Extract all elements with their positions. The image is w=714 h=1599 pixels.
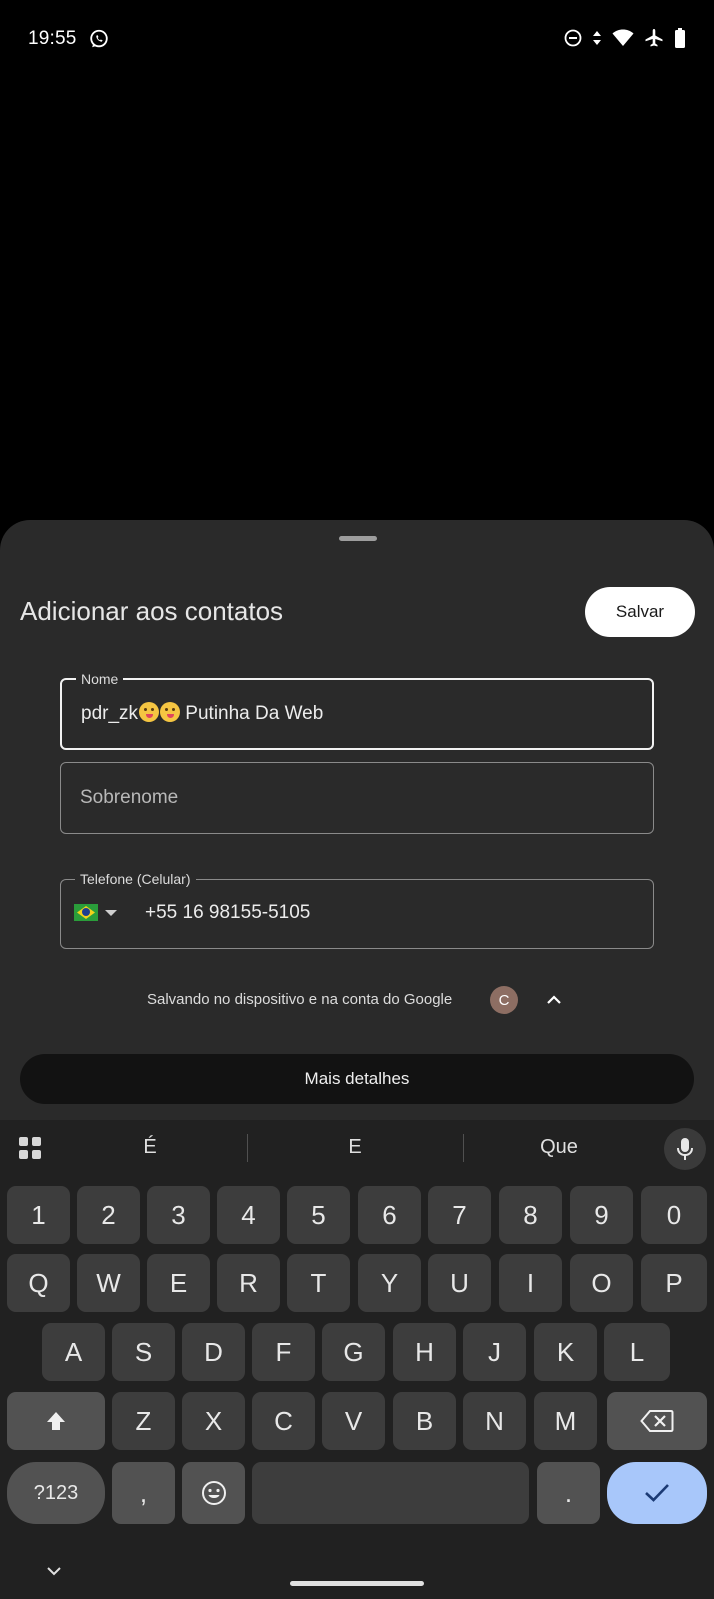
period-key[interactable]: . (537, 1462, 600, 1524)
key-2[interactable]: 2 (77, 1186, 140, 1244)
name-field-label: Nome (76, 670, 124, 688)
key-t[interactable]: T (287, 1254, 350, 1312)
chevron-up-icon[interactable] (546, 992, 562, 1008)
space-key[interactable] (252, 1462, 529, 1524)
key-f[interactable]: F (252, 1323, 315, 1381)
avatar[interactable]: C (490, 986, 518, 1014)
suggestion-bar: É E Que (0, 1120, 714, 1176)
mic-button[interactable] (664, 1128, 706, 1170)
key-m[interactable]: M (534, 1392, 597, 1450)
key-x[interactable]: X (182, 1392, 245, 1450)
key-c[interactable]: C (252, 1392, 315, 1450)
save-button[interactable]: Salvar (585, 587, 695, 637)
wifi-icon (612, 29, 634, 46)
key-7[interactable]: 7 (428, 1186, 491, 1244)
mic-icon (677, 1138, 693, 1160)
key-6[interactable]: 6 (358, 1186, 421, 1244)
symbols-key[interactable]: ?123 (7, 1462, 105, 1524)
navigation-handle[interactable] (290, 1581, 424, 1586)
suggestion-3[interactable]: Que (509, 1136, 609, 1159)
airplane-icon (645, 29, 663, 47)
phone-field-label: Telefone (Celular) (75, 870, 196, 888)
yum-emoji-icon (139, 702, 160, 722)
name-value-prefix: pdr_zk (81, 703, 139, 724)
account-text: Salvando no dispositivo e na conta do Go… (147, 991, 453, 1008)
data-arrows-icon (593, 31, 601, 45)
suggestion-2[interactable]: E (305, 1136, 405, 1159)
key-1[interactable]: 1 (7, 1186, 70, 1244)
key-e[interactable]: E (147, 1254, 210, 1312)
key-b[interactable]: B (393, 1392, 456, 1450)
surname-placeholder: Sobrenome (80, 787, 179, 808)
drag-handle[interactable] (339, 536, 377, 541)
name-field[interactable]: Nome pdr_zk Putinha Da Web (60, 670, 654, 750)
yum-emoji-icon (160, 702, 181, 722)
suggestion-divider (247, 1134, 248, 1162)
battery-icon (675, 28, 685, 48)
key-u[interactable]: U (428, 1254, 491, 1312)
key-5[interactable]: 5 (287, 1186, 350, 1244)
key-j[interactable]: J (463, 1323, 526, 1381)
name-value-suffix: Putinha Da Web (180, 703, 324, 724)
key-p[interactable]: P (641, 1254, 707, 1312)
sheet-title: Adicionar aos contatos (20, 596, 284, 626)
key-9[interactable]: 9 (570, 1186, 633, 1244)
backspace-key[interactable] (607, 1392, 707, 1450)
hide-keyboard-icon[interactable] (46, 1565, 62, 1577)
key-4[interactable]: 4 (217, 1186, 280, 1244)
add-contact-sheet: Adicionar aos contatos Salvar Nome pdr_z… (0, 520, 714, 1120)
emoji-icon (201, 1481, 226, 1505)
more-details-button[interactable]: Mais detalhes (20, 1054, 694, 1104)
key-w[interactable]: W (77, 1254, 140, 1312)
key-r[interactable]: R (217, 1254, 280, 1312)
backspace-icon (640, 1410, 674, 1432)
key-0[interactable]: 0 (641, 1186, 707, 1244)
key-8[interactable]: 8 (499, 1186, 562, 1244)
status-time: 19:55 (28, 28, 77, 49)
key-l[interactable]: L (604, 1323, 670, 1381)
suggestion-1[interactable]: É (100, 1136, 200, 1159)
emoji-key[interactable] (182, 1462, 245, 1524)
account-row[interactable]: Salvando no dispositivo e na conta do Go… (0, 983, 714, 1019)
apps-grid-icon[interactable] (18, 1136, 42, 1160)
whatsapp-icon (90, 29, 108, 48)
key-a[interactable]: A (42, 1323, 105, 1381)
key-o[interactable]: O (570, 1254, 633, 1312)
key-s[interactable]: S (112, 1323, 175, 1381)
name-field-value[interactable]: pdr_zk Putinha Da Web (81, 702, 323, 725)
status-bar: 19:55 (0, 0, 714, 80)
brazil-flag-icon[interactable] (74, 904, 98, 921)
country-dropdown-icon[interactable] (105, 910, 117, 916)
key-i[interactable]: I (499, 1254, 562, 1312)
phone-value[interactable]: +55 16 98155-5105 (145, 902, 310, 924)
shift-icon (47, 1412, 65, 1430)
key-v[interactable]: V (322, 1392, 385, 1450)
key-3[interactable]: 3 (147, 1186, 210, 1244)
suggestion-divider (463, 1134, 464, 1162)
key-n[interactable]: N (463, 1392, 526, 1450)
enter-key[interactable] (607, 1462, 707, 1524)
key-q[interactable]: Q (7, 1254, 70, 1312)
key-y[interactable]: Y (358, 1254, 421, 1312)
checkmark-icon (645, 1484, 669, 1502)
surname-field[interactable]: Sobrenome (60, 762, 654, 834)
key-d[interactable]: D (182, 1323, 245, 1381)
key-z[interactable]: Z (112, 1392, 175, 1450)
keyboard: É E Que 1 2 3 4 5 6 7 8 9 0 Q W E R T Y … (0, 1120, 714, 1599)
key-g[interactable]: G (322, 1323, 385, 1381)
phone-field[interactable]: Telefone (Celular) +55 16 98155-5105 (60, 870, 654, 949)
status-icons (564, 28, 686, 48)
key-h[interactable]: H (393, 1323, 456, 1381)
do-not-disturb-icon (564, 29, 582, 47)
key-k[interactable]: K (534, 1323, 597, 1381)
shift-key[interactable] (7, 1392, 105, 1450)
comma-key[interactable]: , (112, 1462, 175, 1524)
